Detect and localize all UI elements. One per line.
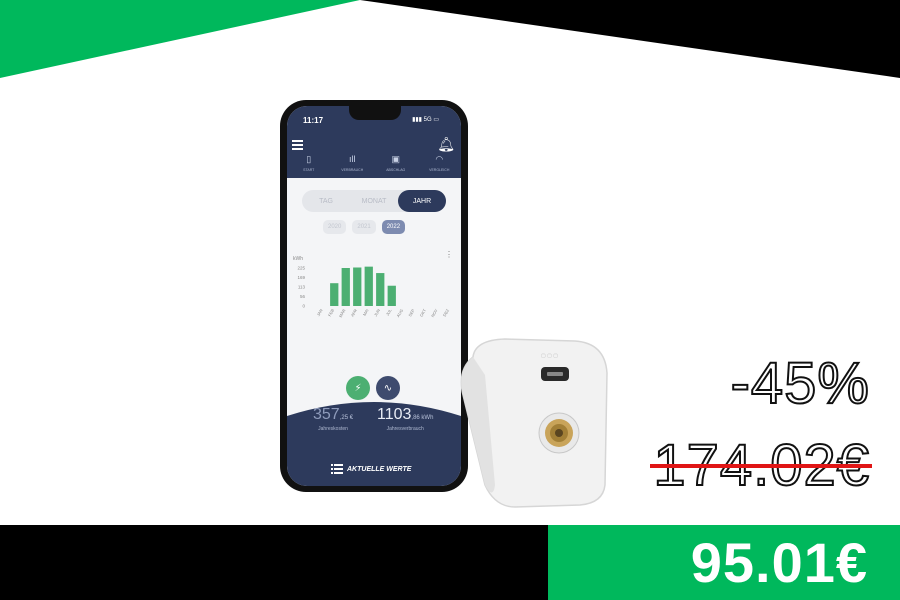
chart-bar bbox=[330, 283, 339, 306]
stat-usage: 1103,86 kWh Jahresverbrauch bbox=[377, 406, 433, 432]
cost-value: 357 bbox=[313, 406, 340, 423]
chart-bar bbox=[364, 266, 373, 306]
cost-unit: ,25 € bbox=[339, 415, 354, 421]
phone-notch bbox=[349, 106, 401, 120]
top-banner-green bbox=[0, 0, 360, 78]
nav-item-vergleich[interactable]: ◠ VERGLEICH bbox=[419, 154, 459, 172]
x-tick-label: SEP bbox=[407, 308, 415, 318]
y-tick-label: 169 bbox=[297, 275, 305, 280]
old-price-strikethrough bbox=[650, 464, 872, 468]
x-tick-label: JAN bbox=[316, 308, 324, 317]
network-label: 5G bbox=[423, 117, 432, 123]
nav-item-verbrauch[interactable]: ıll VERBRAUCH bbox=[332, 154, 372, 172]
phone-screen: 11:17 ▮▮▮ 5G ▭ 🔔︎ ▯ START ıll VERBRAUCH … bbox=[287, 106, 461, 486]
bell-icon[interactable]: 🔔︎ bbox=[437, 136, 455, 153]
x-tick-label: APR bbox=[350, 308, 358, 318]
nav-item-abschlag[interactable]: ▣ ABSCHLAG bbox=[376, 154, 416, 172]
status-time: 11:17 bbox=[303, 116, 324, 125]
current-values-button[interactable]: AKTUELLE WERTE bbox=[347, 466, 411, 473]
usage-value: 1103 bbox=[377, 406, 412, 423]
y-tick-label: 113 bbox=[298, 284, 306, 289]
nav-label: VERBRAUCH bbox=[341, 168, 364, 172]
phone-mockup: 11:17 ▮▮▮ 5G ▭ 🔔︎ ▯ START ıll VERBRAUCH … bbox=[280, 100, 468, 492]
x-tick-label: AUG bbox=[395, 308, 404, 318]
y-tick-label: 0 bbox=[302, 304, 305, 309]
x-tick-label: JUL bbox=[385, 307, 393, 316]
period-option-jahr[interactable]: JAHR bbox=[398, 190, 446, 212]
chart-bar bbox=[353, 267, 362, 306]
x-tick-label: OKT bbox=[419, 308, 428, 318]
nav-label: ABSCHLAG bbox=[386, 168, 406, 172]
bolt-button[interactable]: ⚡︎ bbox=[346, 376, 370, 400]
top-banner bbox=[0, 0, 900, 78]
y-tick-label: 225 bbox=[297, 266, 305, 271]
cost-label: Jahreskosten bbox=[318, 426, 348, 432]
wallet-icon: ▣ bbox=[391, 154, 400, 164]
nav-item-start[interactable]: ▯ START bbox=[289, 154, 329, 172]
usage-unit: ,86 kWh bbox=[411, 415, 434, 421]
nav-label: VERGLEICH bbox=[429, 168, 450, 172]
x-tick-label: FEB bbox=[327, 308, 335, 318]
period-option-tag[interactable]: TAG bbox=[302, 190, 350, 212]
y-tick-label: 56 bbox=[300, 294, 306, 299]
period-option-monat[interactable]: MONAT bbox=[350, 190, 398, 212]
usage-label: Jahresverbrauch bbox=[386, 426, 424, 432]
x-tick-label: JUN bbox=[373, 308, 381, 317]
pulse-button[interactable]: ∿ bbox=[376, 376, 400, 400]
consumption-chart: kWh 0 56 113 169 225 JAN FEB MÄR APR MAI JUN JUL AUG S… bbox=[293, 256, 451, 318]
bottom-bar-black bbox=[0, 525, 548, 600]
new-price: 95.01€ bbox=[690, 531, 868, 594]
smart-meter-device: ▢ ▢ ▢ bbox=[460, 338, 608, 508]
y-axis-label: kWh bbox=[293, 256, 303, 262]
x-tick-label: MÄR bbox=[338, 308, 347, 318]
year-option-2020[interactable]: 2020 bbox=[323, 220, 347, 234]
nav-label: START bbox=[303, 168, 315, 172]
year-selector: 2020 2021 2022 bbox=[323, 220, 406, 234]
chart-bar bbox=[376, 273, 385, 306]
year-option-2021[interactable]: 2021 bbox=[352, 220, 376, 234]
stat-cost: 357,25 € Jahreskosten bbox=[313, 406, 353, 432]
gauge-icon: ◠ bbox=[435, 154, 444, 164]
list-icon bbox=[331, 464, 343, 474]
year-option-2022[interactable]: 2022 bbox=[381, 220, 406, 234]
top-banner-black bbox=[360, 0, 900, 78]
bar-chart-icon: ıll bbox=[349, 154, 356, 164]
menu-icon[interactable] bbox=[292, 140, 304, 150]
x-tick-label: NOV bbox=[430, 308, 439, 318]
chart-bar bbox=[387, 285, 396, 306]
period-selector: TAG MONAT JAHR bbox=[302, 190, 446, 212]
discount-label: -45% bbox=[730, 350, 870, 417]
chart-bar bbox=[341, 268, 350, 306]
more-options-icon[interactable]: ⋮ bbox=[445, 250, 453, 259]
status-network: ▮▮▮ 5G ▭ bbox=[412, 117, 439, 123]
x-tick-label: MAI bbox=[362, 308, 370, 317]
home-icon: ▯ bbox=[306, 154, 312, 164]
app-nav: ▯ START ıll VERBRAUCH ▣ ABSCHLAG ◠ VERGL… bbox=[287, 154, 461, 172]
svg-text:▢ ▢ ▢: ▢ ▢ ▢ bbox=[541, 353, 558, 359]
x-tick-label: DEZ bbox=[442, 308, 451, 318]
